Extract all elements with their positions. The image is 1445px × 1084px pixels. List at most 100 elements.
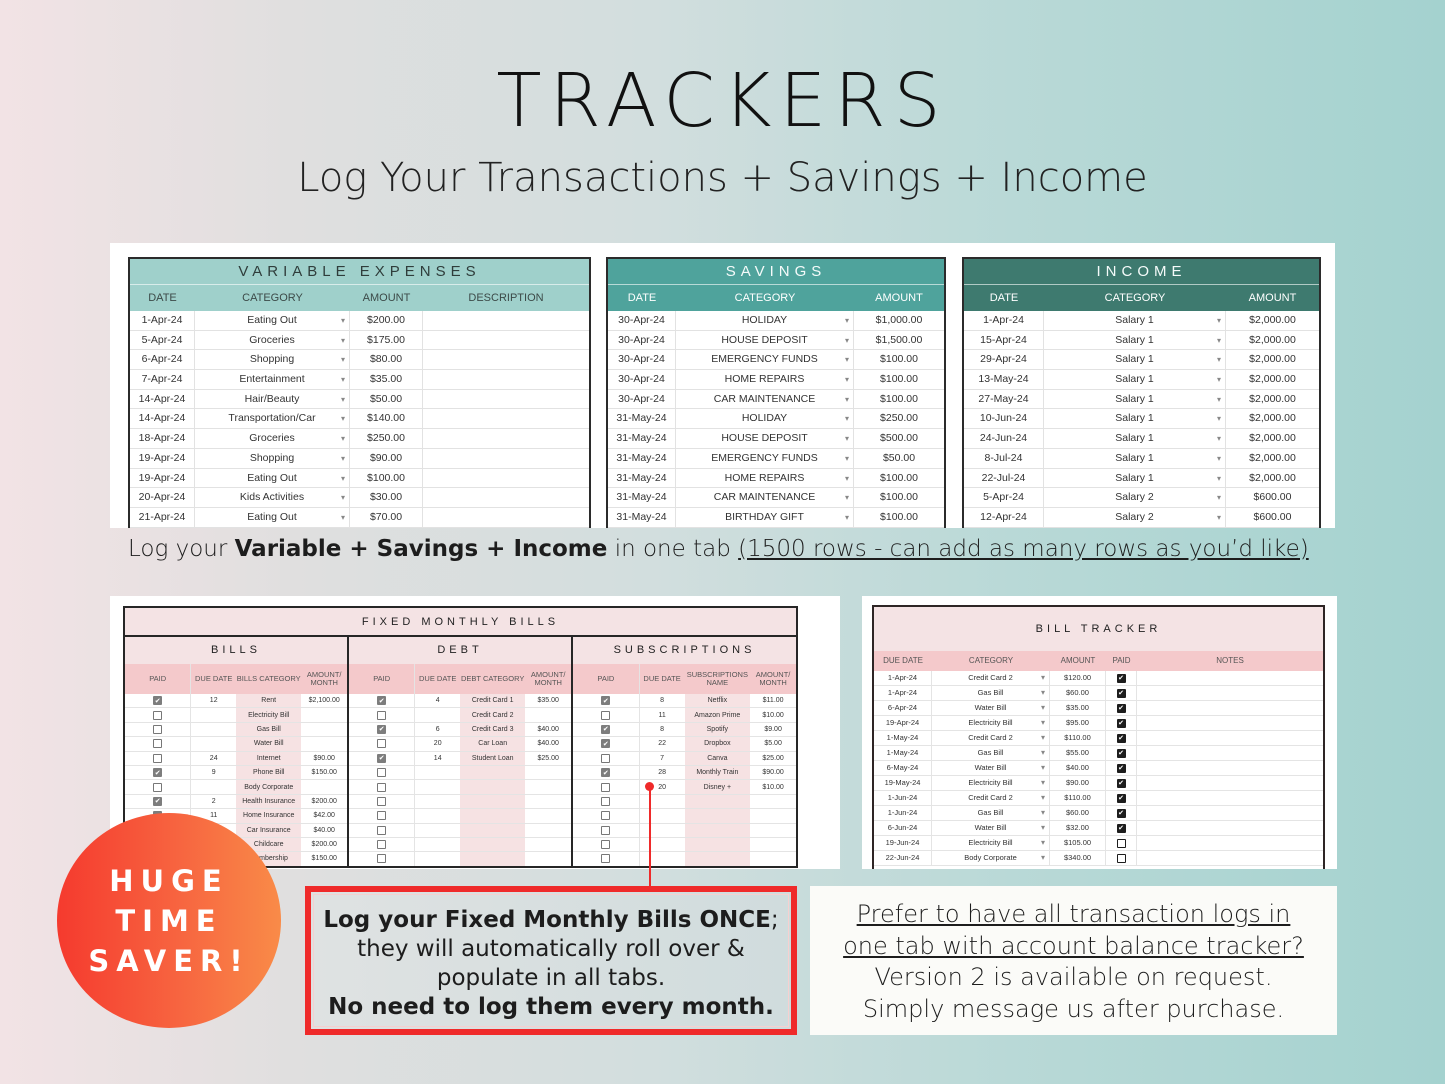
category-cell[interactable] (460, 852, 526, 866)
category-cell[interactable]: Netflix (684, 694, 751, 708)
checkbox-checked[interactable]: ✔ (1116, 823, 1126, 833)
amount-cell[interactable]: $100.00 (350, 468, 423, 488)
dropdown-arrow-icon[interactable]: ▾ (1217, 409, 1221, 428)
amount-cell[interactable]: $110.00 (1050, 731, 1106, 745)
category-cell[interactable]: Gas Bill (236, 722, 302, 737)
description-cell[interactable] (423, 508, 589, 527)
notes-cell[interactable] (1137, 776, 1323, 790)
dropdown-arrow-icon[interactable]: ▾ (1217, 390, 1221, 409)
category-select[interactable]: Salary 1 ▾ (1044, 370, 1226, 389)
dropdown-arrow-icon[interactable]: ▾ (1041, 686, 1045, 700)
due-date-cell[interactable]: 20 (414, 737, 460, 751)
amount-cell[interactable] (750, 838, 796, 851)
amount-cell[interactable]: $100.00 (854, 350, 944, 369)
amount-cell[interactable]: $30.00 (350, 488, 423, 507)
category-cell[interactable]: Electricity Bill (236, 708, 302, 722)
amount-cell[interactable]: $90.00 (1050, 776, 1106, 790)
category-select[interactable]: Body Corporate ▾ (932, 851, 1050, 865)
date-cell[interactable]: 8-Jul-24 (964, 448, 1044, 468)
dropdown-arrow-icon[interactable]: ▾ (1041, 776, 1045, 790)
date-cell[interactable]: 12-Apr-24 (964, 507, 1044, 527)
checkbox-unchecked[interactable] (601, 710, 611, 720)
date-cell[interactable]: 7-Apr-24 (130, 370, 195, 389)
category-select[interactable]: Salary 1 ▾ (1044, 468, 1226, 488)
amount-cell[interactable]: $1,500.00 (854, 331, 944, 350)
due-date-cell[interactable] (638, 852, 685, 866)
date-cell[interactable]: 10-Jun-24 (964, 409, 1044, 429)
due-date-cell[interactable] (638, 794, 685, 809)
category-cell[interactable]: Body Corporate (236, 780, 302, 794)
due-date-cell[interactable] (190, 708, 236, 722)
category-select[interactable]: Water Bill ▾ (932, 701, 1050, 715)
amount-cell[interactable] (525, 708, 571, 721)
amount-cell[interactable]: $80.00 (350, 350, 423, 370)
category-cell[interactable] (684, 809, 751, 823)
category-select[interactable]: Shopping ▾ (195, 448, 350, 468)
category-select[interactable]: Electricity Bill ▾ (932, 716, 1050, 730)
description-cell[interactable] (423, 488, 589, 507)
amount-cell[interactable]: $10.00 (750, 780, 796, 793)
checkbox-checked[interactable]: ✔ (1116, 733, 1126, 743)
category-select[interactable]: Entertainment ▾ (195, 370, 350, 389)
amount-cell[interactable]: $42.00 (301, 809, 347, 822)
amount-cell[interactable]: $200.00 (301, 838, 347, 851)
amount-cell[interactable]: $140.00 (350, 409, 423, 429)
category-select[interactable]: HOLIDAY ▾ (676, 311, 854, 330)
amount-cell[interactable] (525, 780, 571, 793)
date-cell[interactable]: 5-Apr-24 (130, 330, 195, 350)
dropdown-arrow-icon[interactable]: ▾ (845, 370, 849, 389)
checkbox-unchecked[interactable] (601, 854, 611, 864)
checkbox-unchecked[interactable] (377, 710, 387, 720)
amount-cell[interactable]: $95.00 (1050, 716, 1106, 730)
category-select[interactable]: Salary 1 ▾ (1044, 429, 1226, 448)
category-select[interactable]: EMERGENCY FUNDS ▾ (676, 448, 854, 468)
amount-cell[interactable]: $40.00 (525, 723, 571, 736)
amount-cell[interactable] (525, 809, 571, 822)
checkbox-unchecked[interactable] (153, 724, 163, 734)
date-cell[interactable]: 14-Apr-24 (130, 389, 195, 409)
date-cell[interactable]: 20-Apr-24 (130, 488, 195, 507)
due-date-cell[interactable]: 1-Apr-24 (874, 686, 932, 700)
dropdown-arrow-icon[interactable]: ▾ (845, 469, 849, 488)
date-cell[interactable]: 1-Apr-24 (130, 311, 195, 330)
checkbox-checked[interactable]: ✔ (601, 696, 611, 706)
date-cell[interactable]: 31-May-24 (608, 507, 676, 527)
due-date-cell[interactable]: 19-Apr-24 (874, 716, 932, 730)
checkbox-unchecked[interactable] (377, 739, 387, 749)
description-cell[interactable] (423, 350, 589, 369)
description-cell[interactable] (423, 469, 589, 488)
date-cell[interactable]: 18-Apr-24 (130, 429, 195, 448)
due-date-cell[interactable]: 8 (638, 694, 685, 708)
checkbox-checked[interactable]: ✔ (153, 696, 163, 706)
amount-cell[interactable]: $70.00 (350, 507, 423, 527)
dropdown-arrow-icon[interactable]: ▾ (1217, 350, 1221, 369)
date-cell[interactable]: 13-May-24 (964, 370, 1044, 389)
checkbox-checked[interactable]: ✔ (1116, 703, 1126, 713)
category-cell[interactable]: Health Insurance (236, 794, 302, 809)
dropdown-arrow-icon[interactable]: ▾ (1217, 488, 1221, 507)
amount-cell[interactable]: $100.00 (854, 508, 944, 527)
date-cell[interactable]: 30-Apr-24 (608, 330, 676, 350)
date-cell[interactable]: 19-Apr-24 (130, 468, 195, 488)
amount-cell[interactable]: $10.00 (750, 708, 796, 721)
dropdown-arrow-icon[interactable]: ▾ (341, 331, 345, 350)
checkbox-unchecked[interactable] (377, 840, 387, 850)
due-date-cell[interactable] (414, 837, 460, 852)
amount-cell[interactable]: $105.00 (1050, 836, 1106, 850)
checkbox-checked[interactable]: ✔ (1116, 808, 1126, 818)
dropdown-arrow-icon[interactable]: ▾ (845, 508, 849, 527)
due-date-cell[interactable] (190, 737, 236, 751)
category-select[interactable]: Salary 2 ▾ (1044, 507, 1226, 527)
category-select[interactable]: Salary 1 ▾ (1044, 409, 1226, 429)
amount-cell[interactable] (750, 809, 796, 822)
checkbox-unchecked[interactable] (153, 739, 163, 749)
category-cell[interactable] (460, 794, 526, 809)
category-cell[interactable] (460, 765, 526, 780)
amount-cell[interactable]: $50.00 (350, 389, 423, 409)
category-select[interactable]: Water Bill ▾ (932, 761, 1050, 775)
checkbox-checked[interactable]: ✔ (601, 739, 611, 749)
dropdown-arrow-icon[interactable]: ▾ (341, 488, 345, 507)
dropdown-arrow-icon[interactable]: ▾ (341, 409, 345, 428)
due-date-cell[interactable]: 9 (190, 765, 236, 780)
amount-cell[interactable]: $2,000.00 (1226, 449, 1319, 468)
